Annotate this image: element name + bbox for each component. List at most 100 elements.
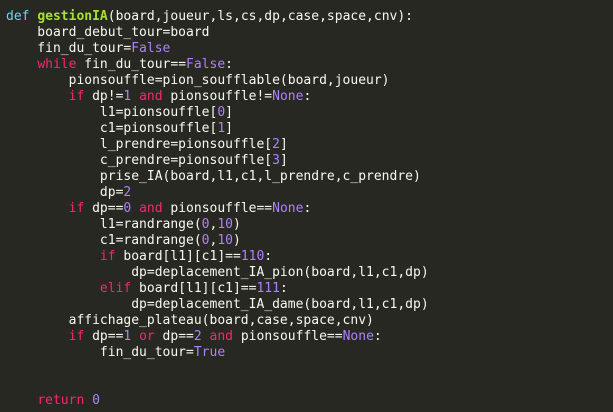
code-token: fin_du_tour=	[6, 345, 194, 360]
code-token: pionsouffle!=	[162, 89, 273, 104]
code-token: 110	[240, 249, 265, 264]
code-token: and	[209, 329, 234, 344]
code-token: dp=deplacement_IA_pion(board,l1,c1,dp)	[6, 265, 429, 280]
code-line[interactable]: affichage_plateau(board,case,space,cnv)	[6, 313, 374, 329]
code-token: 2	[272, 137, 280, 152]
code-token: :	[264, 249, 273, 264]
code-line[interactable]: dp=2	[6, 185, 131, 201]
code-token: 0	[217, 105, 226, 120]
code-token: or	[139, 329, 155, 344]
code-editor[interactable]: def gestionIA(board,joueur,ls,cs,dp,case…	[0, 0, 613, 412]
code-token: c1=randrange(	[6, 233, 202, 248]
code-line[interactable]: elif board[l1][c1]==111:	[6, 281, 288, 297]
code-token: l_prendre=pionsouffle[	[6, 137, 273, 152]
code-token: 2	[193, 329, 202, 344]
code-token: pionsouffle==	[233, 329, 343, 344]
code-line[interactable]: dp=deplacement_IA_dame(board,l1,c1,dp)	[6, 297, 429, 313]
code-token: board[l1][c1]==	[115, 249, 241, 264]
code-line[interactable]: def gestionIA(board,joueur,ls,cs,dp,case…	[6, 9, 413, 25]
code-token: :	[225, 57, 233, 72]
code-token: and	[139, 201, 163, 216]
code-line[interactable]: fin_du_tour=False	[6, 41, 170, 57]
code-token: fin_du_tour=	[6, 41, 132, 56]
code-line[interactable]: l_prendre=pionsouffle[2]	[6, 137, 288, 153]
code-token: 0	[201, 233, 210, 248]
code-token: None	[272, 201, 304, 216]
code-token: fin_du_tour==	[76, 57, 187, 72]
code-line[interactable]: while fin_du_tour==False:	[6, 57, 233, 73]
code-token: gestionIA	[37, 9, 108, 24]
code-token: elif	[99, 281, 132, 296]
code-token: c1=pionsouffle[	[6, 121, 218, 136]
code-token: :	[279, 281, 288, 296]
code-line[interactable]: c_prendre=pionsouffle[3]	[6, 153, 288, 169]
code-token: pionsouffle=pion_soufflable(board,joueur…	[6, 73, 390, 88]
code-token: if	[68, 89, 85, 104]
code-token: False	[131, 41, 171, 56]
code-token: affichage_plateau(board,case,space,cnv)	[6, 313, 374, 328]
code-token: ]	[225, 105, 233, 120]
code-line[interactable]: dp=deplacement_IA_pion(board,l1,c1,dp)	[6, 265, 429, 281]
code-line[interactable]: c1=pionsouffle[1]	[6, 121, 233, 137]
code-token: True	[193, 345, 226, 360]
code-token: l1=randrange(	[6, 217, 202, 232]
code-line[interactable]: fin_du_tour=True	[6, 345, 225, 361]
code-token: ]	[279, 153, 288, 168]
code-line[interactable]: if board[l1][c1]==110:	[6, 249, 272, 265]
code-token: ]	[225, 121, 233, 136]
code-token: dp=	[6, 185, 124, 200]
code-token: 10	[217, 217, 233, 232]
code-token: pionsouffle==	[162, 201, 273, 216]
code-token: while	[37, 57, 77, 72]
code-token: def	[6, 9, 30, 24]
code-token: 0	[201, 217, 210, 232]
code-line[interactable]: c1=randrange(0,10)	[6, 233, 241, 249]
code-line[interactable]: pionsouffle=pion_soufflable(board,joueur…	[6, 73, 390, 89]
code-token: (board,joueur,ls,cs,dp,case,space,cnv):	[107, 9, 414, 24]
code-token: :	[303, 89, 312, 104]
code-token: dp==	[84, 201, 124, 216]
code-token: 1	[217, 121, 226, 136]
code-token: :	[373, 329, 382, 344]
code-line[interactable]: if dp!=1 and pionsouffle!=None:	[6, 89, 312, 105]
code-line[interactable]: l1=pionsouffle[0]	[6, 105, 233, 121]
code-token: l1=pionsouffle[	[6, 105, 218, 120]
code-token: 0	[92, 393, 100, 408]
code-token: 111	[256, 281, 280, 296]
code-token: )	[232, 217, 241, 232]
code-token: :	[303, 201, 312, 216]
code-token: 3	[272, 153, 280, 168]
code-line[interactable]: if dp==0 and pionsouffle==None:	[6, 201, 312, 217]
code-token: if	[99, 249, 116, 264]
code-token: if	[68, 201, 85, 216]
code-line[interactable]: l1=randrange(0,10)	[6, 217, 241, 233]
code-token: 10	[217, 233, 233, 248]
code-line[interactable]: prise_IA(board,l1,c1,l_prendre,c_prendre…	[6, 169, 421, 185]
code-token: False	[186, 57, 226, 72]
code-token: ]	[279, 137, 288, 152]
code-token: board[l1][c1]==	[131, 281, 257, 296]
code-line[interactable]: if dp==1 or dp==2 and pionsouffle==None:	[6, 329, 382, 345]
code-token: None	[272, 89, 304, 104]
code-token: None	[342, 329, 374, 344]
code-line[interactable]: return 0	[6, 393, 100, 409]
code-token: dp=deplacement_IA_dame(board,l1,c1,dp)	[6, 297, 429, 312]
code-token: and	[139, 89, 163, 104]
code-token: dp==	[154, 329, 194, 344]
code-token: 2	[123, 185, 132, 200]
code-line[interactable]: board_debut_tour=board	[6, 25, 209, 41]
code-token: )	[232, 233, 241, 248]
code-token: prise_IA(board,l1,c1,l_prendre,c_prendre…	[6, 169, 421, 184]
